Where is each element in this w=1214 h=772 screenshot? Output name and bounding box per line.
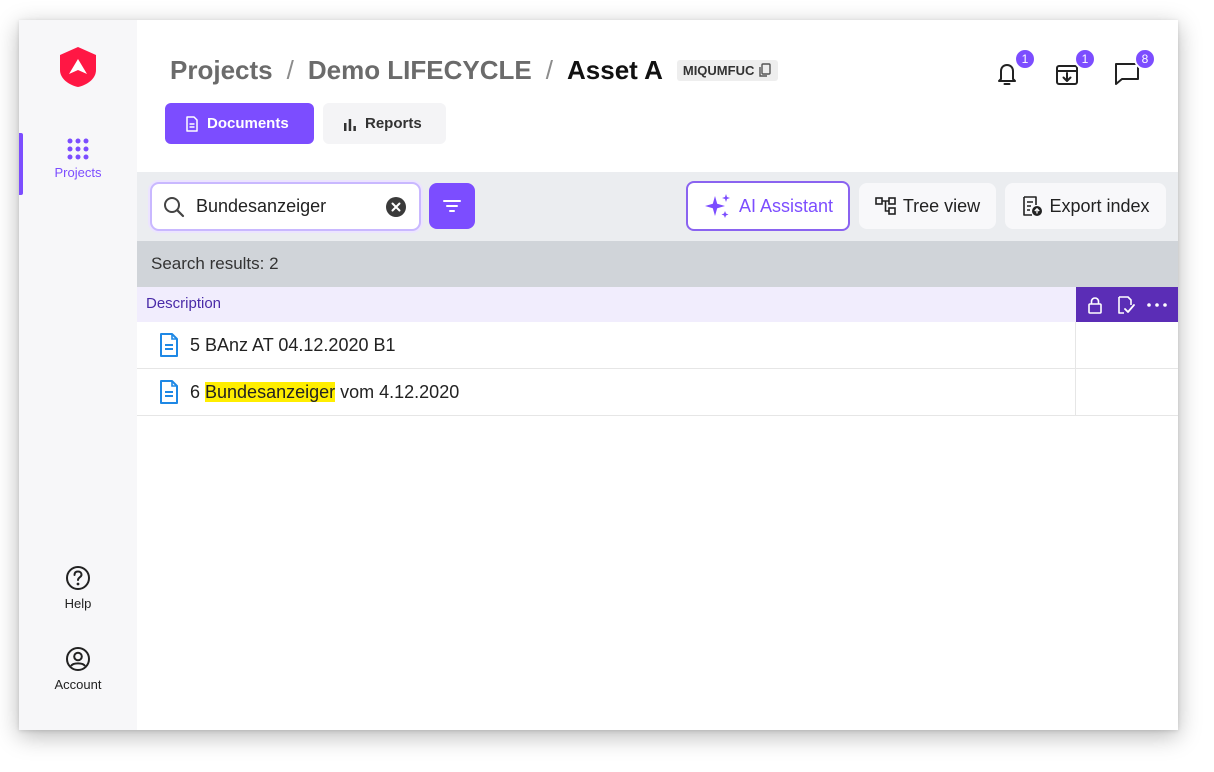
- message-count-badge: 8: [1134, 48, 1156, 70]
- cell-divider: [1075, 369, 1076, 416]
- download-count-badge: 1: [1074, 48, 1096, 70]
- notifications-button[interactable]: 1: [992, 48, 1036, 88]
- export-index-icon: [1023, 196, 1043, 216]
- cell-divider: [1075, 322, 1076, 369]
- search-icon: [164, 196, 185, 217]
- filter-button[interactable]: [429, 183, 475, 229]
- tree-view-button[interactable]: Tree view: [859, 183, 996, 229]
- tab-label: Reports: [365, 115, 422, 132]
- tab-documents[interactable]: Documents: [165, 103, 314, 144]
- sparkle-icon: [704, 194, 730, 218]
- sidebar-item-help[interactable]: Help: [19, 565, 137, 611]
- downloads-button[interactable]: 1: [1052, 48, 1096, 88]
- table-header: Description: [137, 287, 1178, 322]
- sidebar-item-label: Projects: [54, 165, 102, 180]
- table-row[interactable]: 6 Bundesanzeiger vom 4.12.2020: [137, 369, 1178, 416]
- export-index-button[interactable]: Export index: [1005, 183, 1166, 229]
- tab-bar: Documents Reports: [165, 103, 446, 144]
- breadcrumb-demo-lifecycle[interactable]: Demo LIFECYCLE: [308, 55, 532, 86]
- asset-code-badge[interactable]: MIQUMFUC: [676, 59, 779, 81]
- help-icon: [66, 566, 90, 590]
- document-name-prefix: 6: [190, 381, 206, 402]
- document-name-suffix: vom 4.12.2020: [335, 381, 460, 402]
- sidebar: Projects Help Account: [19, 20, 137, 730]
- copy-icon[interactable]: [758, 63, 772, 77]
- app-logo[interactable]: [58, 46, 98, 88]
- sidebar-item-label: Account: [54, 677, 102, 692]
- sidebar-item-account[interactable]: Account: [19, 646, 137, 692]
- lock-icon[interactable]: [1086, 296, 1104, 314]
- asset-code: MIQUMFUC: [682, 62, 755, 78]
- search-results-count: Search results: 2: [151, 254, 279, 273]
- messages-button[interactable]: 8: [1112, 48, 1156, 88]
- breadcrumb-projects[interactable]: Projects: [170, 55, 273, 86]
- app-window: Projects Help Account Projects / Demo LI…: [19, 20, 1178, 730]
- ai-assistant-label: AI Assistant: [738, 195, 834, 216]
- search-highlight: Bundesanzeiger: [205, 381, 336, 402]
- tree-view-label: Tree view: [902, 195, 981, 216]
- more-options-icon[interactable]: [1146, 302, 1168, 308]
- document-name[interactable]: 6 Bundesanzeiger vom 4.12.2020: [190, 381, 460, 403]
- account-icon: [66, 647, 90, 671]
- document-icon: [160, 380, 178, 404]
- table-header-actions: [1076, 287, 1178, 322]
- export-index-label: Export index: [1049, 195, 1150, 216]
- page-title: Asset A: [567, 54, 663, 85]
- breadcrumb: Projects / Demo LIFECYCLE / Asset A MIQU…: [170, 52, 779, 88]
- search-results-summary: Search results: 2: [137, 241, 1178, 287]
- sidebar-item-projects[interactable]: Projects: [19, 138, 137, 180]
- search-input[interactable]: [196, 196, 376, 217]
- notification-count-badge: 1: [1014, 48, 1036, 70]
- tab-reports[interactable]: Reports: [323, 103, 446, 144]
- document-icon: [186, 115, 198, 132]
- filter-icon: [443, 200, 461, 212]
- sidebar-item-label: Help: [64, 596, 92, 611]
- grid-icon: [67, 138, 89, 160]
- document-name[interactable]: 5 BAnz AT 04.12.2020 B1: [190, 335, 396, 356]
- tree-icon: [875, 197, 896, 215]
- breadcrumb-separator: /: [286, 54, 294, 85]
- breadcrumb-separator: /: [545, 54, 553, 85]
- clear-search-icon[interactable]: [385, 196, 407, 218]
- bar-chart-icon: [344, 118, 356, 131]
- search-toolbar: AI Assistant Tree view Export: [137, 172, 1178, 241]
- document-icon: [160, 333, 178, 357]
- table-row[interactable]: 5 BAnz AT 04.12.2020 B1: [137, 322, 1178, 369]
- main-content: Projects / Demo LIFECYCLE / Asset A MIQU…: [137, 20, 1178, 730]
- approve-document-icon[interactable]: [1115, 295, 1135, 315]
- column-header-description[interactable]: Description: [146, 295, 221, 312]
- search-box: [150, 182, 421, 231]
- tab-label: Documents: [207, 115, 289, 132]
- ai-assistant-button[interactable]: AI Assistant: [686, 181, 850, 231]
